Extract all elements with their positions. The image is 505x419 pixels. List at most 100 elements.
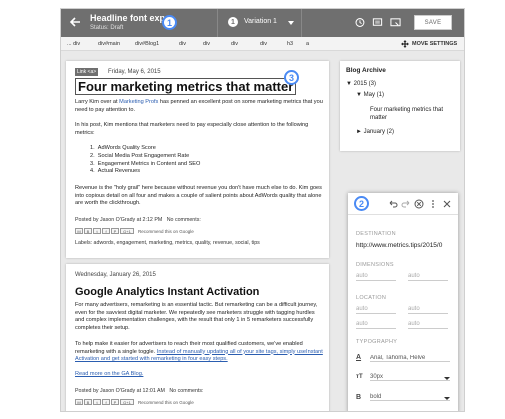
comments-link[interactable]: No comments: [167,217,201,223]
archive-title: Blog Archive [346,67,386,74]
post-title-link[interactable]: Four marketing metrics that matter [75,78,297,95]
facebook-icon[interactable]: f [102,228,110,234]
destination-label: DESTINATION [356,231,396,237]
breadcrumb-item[interactable]: div [260,41,267,47]
annotation-badge-1: 1 [162,15,177,30]
breadcrumb-item[interactable]: div [179,41,186,47]
blog-archive: Blog Archive ▼ 2015 (3) ▼ May (1) Four m… [340,61,460,151]
blog-post: Wednesday, January 26, 2015 Google Analy… [66,264,329,411]
post-labels: Labels: adwords, engagement, marketing, … [75,240,260,246]
post-paragraph: For many advertisers, remarketing is an … [75,302,318,331]
share-buttons: M B t f P G+1 Recommend this on Google [75,399,194,405]
experiment-status: Status: Draft [90,25,124,31]
location-label: LOCATION [356,295,387,301]
breadcrumb-item[interactable]: div [231,41,238,47]
redo-icon[interactable] [401,199,411,209]
breadcrumb-item[interactable]: div#main [98,41,120,47]
archive-year[interactable]: ▼ 2015 (3) [346,81,376,87]
breadcrumb-item[interactable]: a [306,41,309,47]
posted-by: Posted by Jason O'Grady at 12:01 AM [75,388,165,394]
post-paragraph: Revenue is the "holy grail" here because… [75,185,322,207]
height-field[interactable]: auto [408,273,448,281]
divider [217,9,218,37]
font-weight-select[interactable]: bold [370,394,450,401]
blog-this-icon[interactable]: B [84,399,92,405]
email-icon[interactable]: M [75,228,83,234]
width-field[interactable]: auto [356,273,396,281]
element-tag-label: Link <a> [75,68,99,76]
undo-icon[interactable] [388,199,398,209]
preview-icon[interactable] [390,17,401,28]
blog-post: Friday, May 6, 2015 Link <a> Four market… [66,61,329,258]
font-size-icon: тT [356,374,363,380]
annotation-badge-2: 2 [354,196,369,211]
post-footer: Posted by Jason O'Grady at 2:12 PM No co… [75,217,201,223]
save-button[interactable]: SAVE [414,15,452,30]
location-bottom-field[interactable]: auto [356,321,396,329]
chevron-down-icon[interactable] [444,397,450,400]
chevron-down-icon[interactable] [444,377,450,380]
breadcrumb-item[interactable]: h3 [287,41,293,47]
breadcrumb-item[interactable]: ... div [67,41,80,47]
element-breadcrumb: ... div div#main div#Blog1 div div div d… [61,37,464,51]
posted-by: Posted by Jason O'Grady at 2:12 PM [75,217,163,223]
font-family-select[interactable]: Arial, Tahoma, Helve [370,355,450,362]
editor-frame: Headline font exp Status: Draft 1 1 Vari… [60,8,465,412]
element-properties-panel: 2 DESTINATION http://www.metrics.tips/20… [348,193,458,411]
pinterest-icon[interactable]: P [111,399,119,405]
metrics-list: 1. AdWords Quality Score 2. Social Media… [90,145,200,176]
experiment-title: Headline font exp [90,13,166,23]
post-title-link[interactable]: Google Analytics Instant Activation [75,286,259,298]
editor-topbar: Headline font exp Status: Draft 1 1 Vari… [61,9,464,37]
variation-number: 1 [228,17,238,27]
list-item: 1. AdWords Quality Score [90,145,156,151]
panel-toolbar: 2 [348,193,458,215]
move-settings-button[interactable]: MOVE SETTINGS [401,40,457,48]
post-paragraph: In his post, Kim mentions that marketers… [75,122,309,136]
variation-selector[interactable]: Variation 1 [244,18,277,25]
post-date: Wednesday, January 26, 2015 [75,272,156,278]
divider [301,9,302,37]
breadcrumb-item[interactable]: div#Blog1 [135,41,159,47]
list-item: 3. Engagement Metrics in Content and SEO [90,160,201,167]
twitter-icon[interactable]: t [93,399,101,405]
location-left-field[interactable]: auto [408,321,448,329]
post-paragraph: Larry Kim over at Marketing Profs has pe… [75,99,323,114]
archive-month[interactable]: ► January (2) [356,129,394,135]
location-top-field[interactable]: auto [356,306,396,314]
back-arrow-icon[interactable] [69,16,81,28]
font-family-icon: A [356,354,362,361]
text: Larry Kim over at [75,99,120,105]
close-icon[interactable] [442,199,452,209]
breadcrumb-item[interactable]: div [203,41,210,47]
annotation-badge-3: 3 [284,70,299,85]
archive-month[interactable]: ▼ May (1) [356,92,384,98]
more-options-icon[interactable] [428,199,438,209]
ga-blog-link[interactable]: Read more on the GA Blog. [75,371,143,379]
pinterest-icon[interactable]: P [111,228,119,234]
dimensions-label: DIMENSIONS [356,262,394,268]
location-right-field[interactable]: auto [408,306,448,314]
share-buttons: M B t f P G+1 Recommend this on Google [75,228,194,234]
recommend-text: Recommend this on Google [138,228,194,234]
font-weight-icon: B [356,394,362,401]
history-icon[interactable] [354,17,365,28]
archive-post-link[interactable]: Four marketing metrics that matter [370,107,450,122]
google-plus-icon[interactable]: G+1 [120,228,134,234]
email-icon[interactable]: M [75,399,83,405]
list-item: 4. Actual Revenues [90,168,141,175]
facebook-icon[interactable]: f [102,399,110,405]
chevron-down-icon[interactable] [288,21,294,25]
google-plus-icon[interactable]: G+1 [120,399,134,405]
marketing-profs-link[interactable]: Marketing Profs [119,99,158,105]
twitter-icon[interactable]: t [93,228,101,234]
font-size-select[interactable]: 30px [370,374,450,381]
destination-field[interactable]: http://www.metrics.tips/2015/0 [356,242,456,249]
recommend-text: Recommend this on Google [138,399,194,405]
post-date: Friday, May 6, 2015 [108,69,161,75]
comments-link[interactable]: No comments: [169,388,203,394]
blog-this-icon[interactable]: B [84,228,92,234]
comment-icon[interactable] [372,17,383,28]
remove-icon[interactable] [414,199,424,209]
typography-label: TYPOGRAPHY [356,339,398,345]
